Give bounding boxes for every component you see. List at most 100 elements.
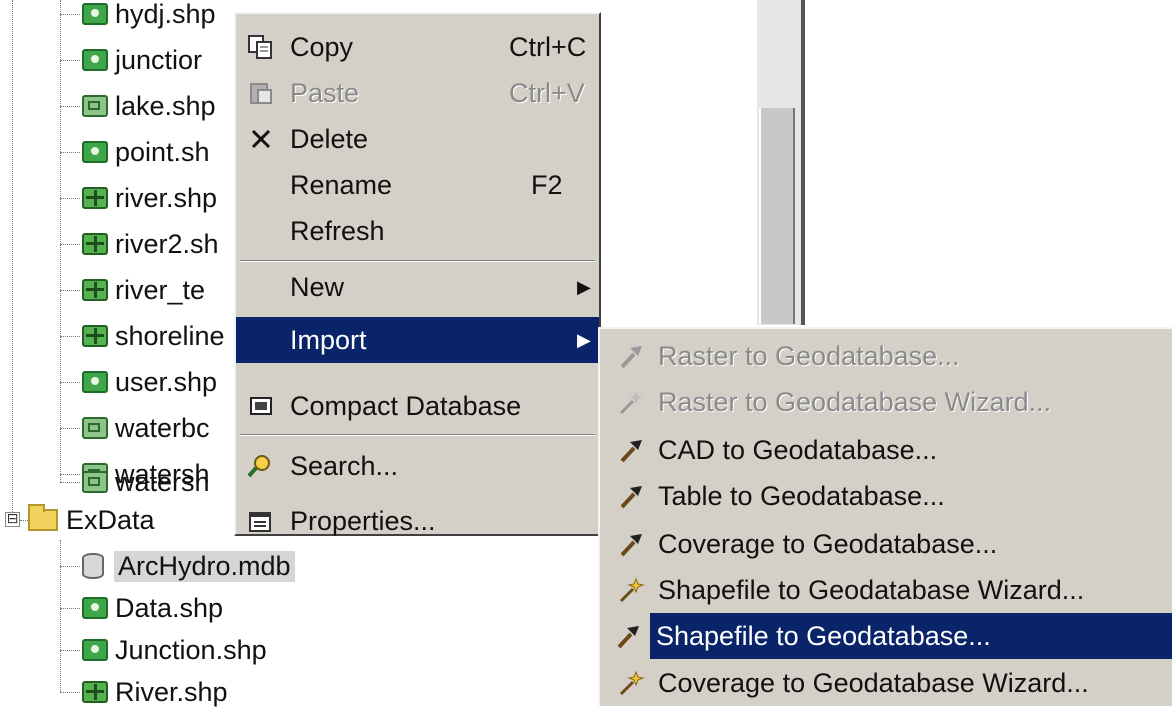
submenu-item-raster-to-geodatabase: Raster to Geodatabase... bbox=[608, 333, 1172, 379]
submenu-item-shapefile-to-geodatabase[interactable]: Shapefile to Geodatabase... bbox=[650, 613, 1172, 659]
tree-item[interactable]: River.shp bbox=[82, 669, 228, 715]
scrollbar-thumb[interactable] bbox=[759, 108, 795, 324]
menu-item-new[interactable]: New ▶ bbox=[236, 264, 599, 310]
line-layer-icon bbox=[82, 325, 108, 347]
tree-item[interactable]: river2.sh bbox=[82, 221, 219, 267]
tool-icon bbox=[608, 530, 654, 558]
folder-icon bbox=[28, 504, 58, 531]
tree-item-label: river_te bbox=[115, 274, 206, 305]
point-layer-icon bbox=[82, 49, 108, 71]
tree-item[interactable]: waterbc bbox=[82, 405, 210, 451]
menu-item-shortcut: Ctrl+C bbox=[509, 31, 587, 62]
tree-item[interactable]: river.shp bbox=[82, 175, 217, 221]
menu-separator bbox=[240, 434, 595, 436]
context-menu: Copy Ctrl+C Paste Ctrl+V Delete Rename F… bbox=[234, 12, 601, 536]
submenu-item-shapefile-to-geodatabase-wizard[interactable]: Shapefile to Geodatabase Wizard... bbox=[608, 567, 1172, 613]
submenu-item-raster-to-geodatabase-wizard: Raster to Geodatabase Wizard... bbox=[608, 379, 1172, 425]
paste-icon bbox=[236, 81, 286, 105]
submenu-arrow-icon: ▶ bbox=[577, 329, 591, 350]
tree-item-label: hydj.shp bbox=[115, 0, 216, 29]
tree-item[interactable]: hydj.shp bbox=[82, 0, 216, 37]
tree-item-label: Data.shp bbox=[115, 592, 224, 623]
menu-item-label: Refresh bbox=[290, 215, 385, 246]
tree-item[interactable]: river_te bbox=[82, 267, 205, 313]
tree-item-label: lake.shp bbox=[115, 90, 216, 121]
compact-database-icon bbox=[236, 395, 286, 417]
line-layer-icon bbox=[82, 681, 108, 703]
submenu-item-label: Shapefile to Geodatabase... bbox=[656, 620, 991, 651]
menu-item-compact-database[interactable]: Compact Database bbox=[236, 383, 599, 429]
polygon-layer-icon bbox=[82, 95, 108, 117]
menu-item-label: Compact Database bbox=[290, 390, 522, 421]
tree-item[interactable]: user.shp bbox=[82, 359, 217, 405]
tree-item[interactable]: lake.shp bbox=[82, 83, 216, 129]
menu-item-rename[interactable]: Rename F2 bbox=[236, 162, 599, 208]
menu-item-import[interactable]: Import ▶ bbox=[236, 317, 599, 363]
tree-item[interactable]: shoreline bbox=[82, 313, 225, 359]
menu-separator bbox=[240, 260, 595, 262]
point-layer-icon bbox=[82, 597, 108, 619]
menu-item-label: Paste bbox=[290, 77, 360, 108]
polygon-layer-icon bbox=[82, 417, 108, 439]
copy-icon bbox=[236, 35, 286, 59]
tree-item[interactable]: point.sh bbox=[82, 129, 210, 175]
tree-connector bbox=[60, 0, 61, 482]
tool-icon bbox=[606, 613, 650, 659]
menu-item-label: New bbox=[290, 271, 345, 302]
tree-item-label: ArcHydro.mdb bbox=[114, 550, 295, 582]
tree-item-label: River.shp bbox=[115, 676, 228, 707]
submenu-item-label: Coverage to Geodatabase Wizard... bbox=[658, 667, 1089, 698]
tree-item-label: Junction.shp bbox=[115, 634, 267, 665]
menu-item-refresh[interactable]: Refresh bbox=[236, 208, 599, 254]
menu-item-paste: Paste Ctrl+V bbox=[236, 70, 599, 116]
line-layer-icon bbox=[82, 233, 108, 255]
submenu-item-label: CAD to Geodatabase... bbox=[658, 434, 938, 465]
menu-item-delete[interactable]: Delete bbox=[236, 116, 599, 162]
tool-icon bbox=[608, 482, 654, 510]
submenu-item-coverage-to-geodatabase-wizard[interactable]: Coverage to Geodatabase Wizard... bbox=[608, 660, 1172, 706]
collapse-icon[interactable]: ⊟ bbox=[5, 511, 20, 527]
menu-item-properties[interactable]: Properties... bbox=[236, 498, 599, 544]
point-layer-icon bbox=[82, 639, 108, 661]
tree-item[interactable]: ArcHydro.mdb bbox=[82, 543, 295, 589]
submenu-item-label: Table to Geodatabase... bbox=[658, 480, 945, 511]
tree-folder-label: ExData bbox=[66, 504, 155, 535]
import-submenu: Raster to Geodatabase... Raster to Geoda… bbox=[598, 327, 1172, 706]
point-layer-icon bbox=[82, 141, 108, 163]
tree-item-label: point.sh bbox=[115, 136, 210, 167]
tree-folder-exdata[interactable]: ExData bbox=[28, 497, 155, 543]
tree-item-label: waterbc bbox=[115, 412, 210, 443]
submenu-item-table-to-geodatabase[interactable]: Table to Geodatabase... bbox=[608, 473, 1172, 519]
tree-connector bbox=[12, 0, 13, 512]
tree-item[interactable]: junctior bbox=[82, 37, 202, 83]
submenu-item-cad-to-geodatabase[interactable]: CAD to Geodatabase... bbox=[608, 427, 1172, 473]
tree-item-label: river.shp bbox=[115, 182, 218, 213]
tree-item[interactable]: Data.shp bbox=[82, 585, 223, 631]
menu-item-search[interactable]: Search... bbox=[236, 443, 599, 489]
tree-connector bbox=[60, 540, 61, 692]
tree-item[interactable]: Junction.shp bbox=[82, 627, 267, 673]
menu-item-label: Copy bbox=[290, 31, 354, 62]
database-icon bbox=[82, 553, 104, 579]
submenu-item-label: Coverage to Geodatabase... bbox=[658, 528, 998, 559]
properties-icon bbox=[236, 509, 286, 533]
tree-item-label: junctior bbox=[115, 44, 203, 75]
polygon-layer-icon bbox=[82, 471, 108, 493]
line-layer-icon bbox=[82, 279, 108, 301]
line-layer-icon bbox=[82, 187, 108, 209]
submenu-item-label: Raster to Geodatabase... bbox=[658, 340, 960, 371]
submenu-arrow-icon: ▶ bbox=[577, 276, 591, 297]
menu-item-label: Import bbox=[290, 324, 367, 355]
tool-icon bbox=[608, 342, 654, 370]
menu-item-shortcut: Ctrl+V bbox=[509, 77, 585, 108]
point-layer-icon bbox=[82, 3, 108, 25]
tool-icon bbox=[608, 436, 654, 464]
point-layer-icon bbox=[82, 371, 108, 393]
tree-item-label: user.shp bbox=[115, 366, 218, 397]
menu-item-copy[interactable]: Copy Ctrl+C bbox=[236, 24, 599, 70]
submenu-item-label: Raster to Geodatabase Wizard... bbox=[658, 386, 1052, 417]
wizard-icon bbox=[608, 388, 654, 416]
tree-item-label: watersh bbox=[115, 466, 210, 497]
menu-item-label: Search... bbox=[290, 450, 399, 481]
submenu-item-coverage-to-geodatabase[interactable]: Coverage to Geodatabase... bbox=[608, 521, 1172, 567]
